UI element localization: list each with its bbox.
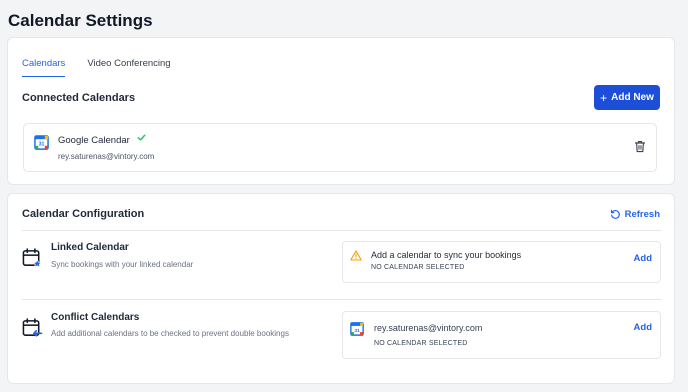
- calendar-star-icon: [22, 248, 43, 269]
- add-new-label: Add New: [611, 92, 654, 103]
- add-new-button[interactable]: + Add New: [594, 85, 660, 110]
- tab-calendars[interactable]: Calendars: [22, 58, 66, 77]
- linked-calendar-description: Sync bookings with your linked calendar: [51, 260, 194, 269]
- connected-calendars-title: Connected Calendars: [22, 92, 136, 104]
- divider: [22, 299, 662, 300]
- google-calendar-icon: 31: [34, 135, 49, 150]
- conflict-calendar-email: rey.saturenas@vintory.com: [374, 323, 483, 333]
- connected-calendars-card: Calendars Video Conferencing Connected C…: [7, 37, 675, 185]
- linked-calendar-status-sub: NO CALENDAR SELECTED: [371, 264, 465, 271]
- tab-bar: Calendars Video Conferencing: [22, 58, 193, 77]
- google-calendar-icon: 31: [350, 322, 364, 336]
- conflict-calendar-add-link[interactable]: Add: [634, 322, 652, 333]
- calendar-email: rey.saturenas@vintory.com: [58, 152, 155, 161]
- linked-calendar-status-box: Add a calendar to sync your bookings NO …: [342, 241, 661, 283]
- tab-video-conferencing[interactable]: Video Conferencing: [87, 58, 170, 77]
- divider: [22, 230, 662, 231]
- page-title: Calendar Settings: [8, 11, 153, 30]
- conflict-calendars-status-box: 31 rey.saturenas@vintory.com NO CALENDAR…: [342, 311, 661, 359]
- refresh-label: Refresh: [624, 209, 660, 220]
- linked-calendar-title: Linked Calendar: [51, 242, 129, 253]
- calendar-arrow-icon: [22, 318, 43, 337]
- svg-text:31: 31: [354, 328, 360, 334]
- conflict-calendars-description: Add additional calendars to be checked t…: [51, 329, 289, 338]
- calendar-configuration-title: Calendar Configuration: [22, 208, 145, 220]
- warning-icon: [350, 250, 362, 261]
- plus-icon: +: [600, 90, 608, 105]
- refresh-icon: [610, 209, 620, 219]
- check-icon: [137, 134, 146, 141]
- conflict-calendars-title: Conflict Calendars: [51, 312, 140, 323]
- linked-calendar-status-text: Add a calendar to sync your bookings: [371, 250, 522, 260]
- linked-calendar-add-link[interactable]: Add: [634, 253, 652, 264]
- svg-text:31: 31: [39, 142, 45, 148]
- calendar-configuration-card: Calendar Configuration Refresh Linked Ca…: [7, 193, 675, 384]
- calendar-name: Google Calendar: [58, 135, 130, 146]
- connected-calendar-item: 31 Google Calendar rey.saturenas@vintory…: [23, 123, 657, 172]
- refresh-button[interactable]: Refresh: [610, 209, 660, 220]
- trash-icon[interactable]: [634, 140, 646, 153]
- conflict-calendar-status-sub: NO CALENDAR SELECTED: [374, 340, 468, 347]
